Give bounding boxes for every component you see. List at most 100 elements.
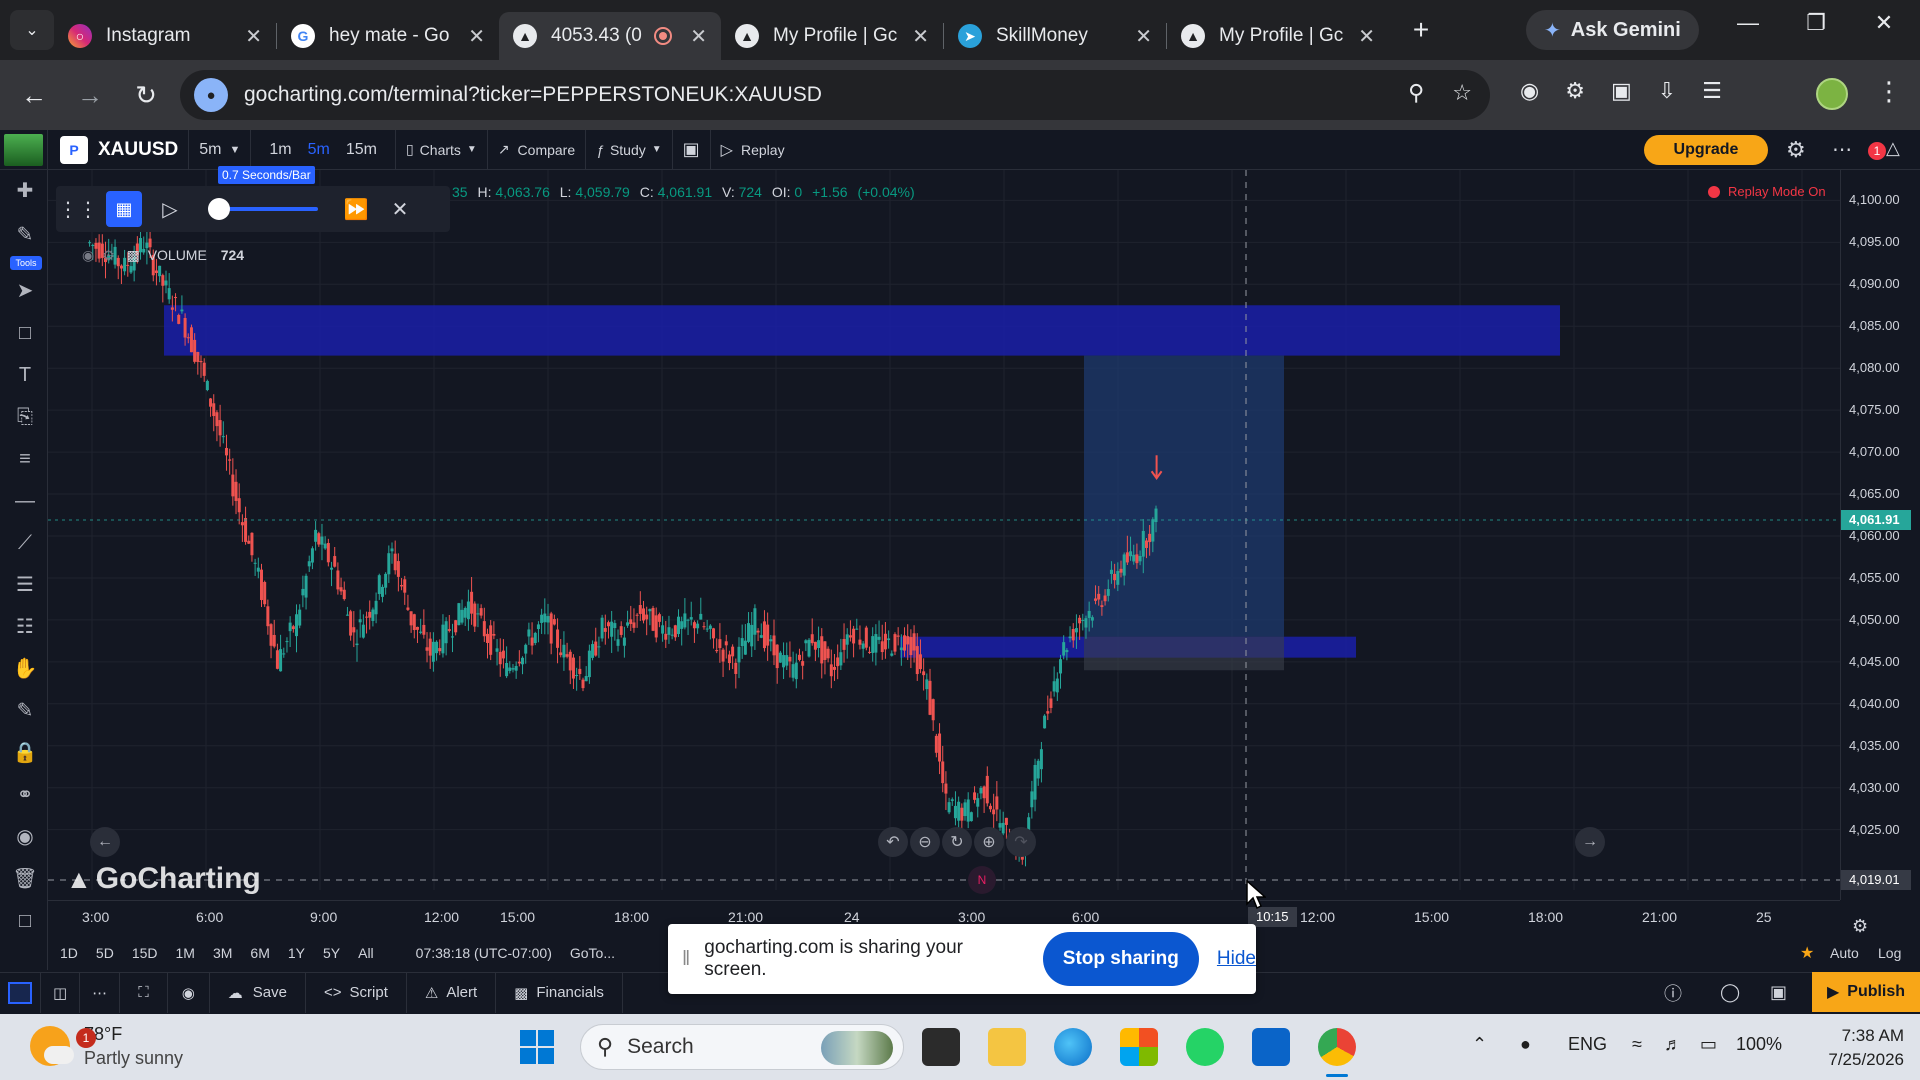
forward-arrow-icon[interactable]: →: [68, 80, 112, 111]
pointer-arrow-icon[interactable]: ➤: [12, 278, 38, 304]
gear-icon[interactable]: ⚙: [102, 247, 115, 263]
language-indicator[interactable]: ENG: [1568, 1034, 1607, 1055]
zoom-out-icon[interactable]: ⊖: [910, 827, 940, 857]
close-icon[interactable]: ✕: [245, 24, 262, 49]
range-6m[interactable]: 6M: [250, 945, 269, 961]
minimize-icon[interactable]: —: [1728, 10, 1768, 36]
timeframe-15m[interactable]: 15m: [338, 141, 385, 159]
app-thumbnail[interactable]: [0, 129, 48, 170]
range-1m[interactable]: 1M: [176, 945, 195, 961]
scroll-right-arrow-icon[interactable]: →: [1575, 827, 1605, 857]
trend-line-icon[interactable]: ⟋: [12, 530, 38, 556]
back-arrow-icon[interactable]: ←: [12, 80, 56, 111]
upgrade-button[interactable]: Upgrade: [1644, 135, 1768, 165]
close-icon[interactable]: ✕: [690, 24, 707, 49]
range-all[interactable]: All: [358, 945, 374, 961]
horizontal-lines-icon[interactable]: ≡: [12, 446, 38, 472]
translate-icon[interactable]: ⚙: [1565, 78, 1585, 104]
close-window-icon[interactable]: ✕: [1864, 10, 1904, 36]
ruler-measure-icon[interactable]: □: [12, 908, 38, 934]
more-layouts-icon[interactable]: ⋯: [80, 972, 121, 1013]
tab-my-profile[interactable]: ▲ My Profile | Gc ✕: [721, 12, 943, 60]
goto-button[interactable]: GoTo...: [570, 945, 615, 961]
zoom-magnifier-icon[interactable]: ⚲: [1408, 80, 1424, 106]
idea-bulb-icon[interactable]: ◯: [1720, 982, 1740, 1003]
tab-my-profile-2[interactable]: ▲ My Profile | Gc ✕: [1167, 12, 1389, 60]
pattern-icon[interactable]: ☷: [12, 614, 38, 640]
tab-instagram[interactable]: ○ Instagram ✕: [54, 12, 276, 60]
script-button[interactable]: <> Script: [306, 972, 407, 1013]
horizontal-line-icon[interactable]: —: [12, 488, 38, 514]
interval-dropdown[interactable]: 5m ▼: [189, 129, 252, 170]
battery-icon[interactable]: ▭: [1700, 1034, 1717, 1055]
link-icon[interactable]: ⚭: [12, 782, 38, 808]
range-15d[interactable]: 15D: [132, 945, 158, 961]
replay-button[interactable]: ▷ Replay: [711, 130, 795, 170]
download-icon[interactable]: ⇩: [1658, 78, 1676, 104]
alert-button[interactable]: ⚠ Alert: [407, 972, 497, 1013]
chrome-icon[interactable]: [1318, 1028, 1356, 1066]
volume-icon[interactable]: ♬: [1664, 1034, 1682, 1055]
close-icon[interactable]: ✕: [1358, 24, 1375, 49]
publish-button[interactable]: ▶ Publish: [1812, 972, 1920, 1012]
profile-avatar[interactable]: [1816, 78, 1848, 110]
new-tab-plus-icon[interactable]: +: [1403, 14, 1439, 46]
microphone-tray-icon[interactable]: ●: [1520, 1034, 1531, 1055]
notification-badge[interactable]: 1: [1868, 142, 1886, 160]
play-icon[interactable]: ▷: [148, 197, 192, 222]
browser-menu-icon[interactable]: ⋮: [1876, 76, 1902, 107]
alert-triangle-icon[interactable]: △: [1886, 138, 1900, 159]
eye-icon[interactable]: ◉: [12, 824, 38, 850]
drag-handle-icon[interactable]: ⋮⋮: [56, 197, 100, 222]
symbol-selector[interactable]: P XAUUSD: [48, 129, 190, 170]
range-1y[interactable]: 1Y: [288, 945, 305, 961]
theme-palette-icon[interactable]: ◉: [168, 972, 210, 1013]
layout-single-icon[interactable]: [0, 972, 41, 1013]
help-icon[interactable]: ⓘ: [1664, 980, 1682, 1006]
camera-button[interactable]: ▣: [673, 129, 711, 170]
auto-scale-toggle[interactable]: Auto: [1830, 945, 1859, 961]
range-5y[interactable]: 5Y: [323, 945, 340, 961]
wifi-icon[interactable]: ≈: [1632, 1034, 1642, 1055]
close-icon[interactable]: ✕: [1135, 24, 1152, 49]
slider-knob[interactable]: [208, 198, 230, 220]
layout-split-icon[interactable]: ◫: [41, 972, 81, 1013]
favorite-star-icon[interactable]: ★: [1800, 943, 1814, 963]
address-bar[interactable]: ● gocharting.com/terminal?ticker=PEPPERS…: [180, 70, 1490, 120]
weather-widget[interactable]: 1 78°F Partly sunny: [30, 1022, 183, 1070]
show-hidden-icons-chevron[interactable]: ⌃: [1472, 1034, 1487, 1055]
ask-gemini-button[interactable]: ✦ Ask Gemini: [1526, 10, 1699, 50]
hide-link[interactable]: Hide: [1217, 948, 1256, 970]
save-button[interactable]: ☁ Save: [210, 972, 306, 1013]
fullscreen-icon[interactable]: ⛶: [120, 972, 168, 1013]
undo-icon[interactable]: ↶: [878, 827, 908, 857]
stop-sharing-button[interactable]: Stop sharing: [1042, 932, 1199, 986]
taskbar-search[interactable]: ⚲ Search: [580, 1024, 904, 1070]
calendar-icon[interactable]: ▦: [106, 191, 142, 227]
whatsapp-icon[interactable]: [1186, 1028, 1224, 1066]
settings-gear-icon[interactable]: ⚙: [1786, 137, 1806, 163]
url-text[interactable]: gocharting.com/terminal?ticker=PEPPERSTO…: [244, 83, 822, 107]
windows-start-icon[interactable]: [520, 1030, 554, 1064]
financials-button[interactable]: ▩ Financials: [496, 972, 623, 1013]
close-icon[interactable]: ✕: [468, 24, 485, 49]
replay-speed-slider[interactable]: [208, 198, 318, 220]
microphone-icon[interactable]: ●: [194, 78, 228, 112]
charts-dropdown[interactable]: ▯ Charts ▼: [396, 129, 488, 170]
log-scale-toggle[interactable]: Log: [1878, 945, 1901, 961]
system-clock[interactable]: 7:38 AM 7/25/2026: [1804, 1024, 1904, 1072]
fib-icon[interactable]: ☰: [12, 572, 38, 598]
tab-google[interactable]: G hey mate - Go ✕: [277, 12, 499, 60]
compare-button[interactable]: ↗ Compare: [488, 129, 587, 170]
trash-icon[interactable]: 🗑: [12, 866, 38, 892]
redo-icon[interactable]: ↷: [1006, 827, 1036, 857]
task-view-icon[interactable]: [922, 1028, 960, 1066]
rectangle-icon[interactable]: □: [12, 320, 38, 346]
close-icon[interactable]: ✕: [912, 24, 929, 49]
ruler-icon[interactable]: ✎: [12, 698, 38, 724]
scroll-left-arrow-icon[interactable]: ←: [90, 827, 120, 857]
price-axis[interactable]: 4,100.00 4,095.00 4,090.00 4,085.00 4,080.00…: [1840, 170, 1920, 900]
price-chart[interactable]: [48, 170, 1840, 890]
restore-icon[interactable]: ❐: [1796, 10, 1836, 36]
timeframe-5m[interactable]: 5m: [300, 141, 338, 159]
